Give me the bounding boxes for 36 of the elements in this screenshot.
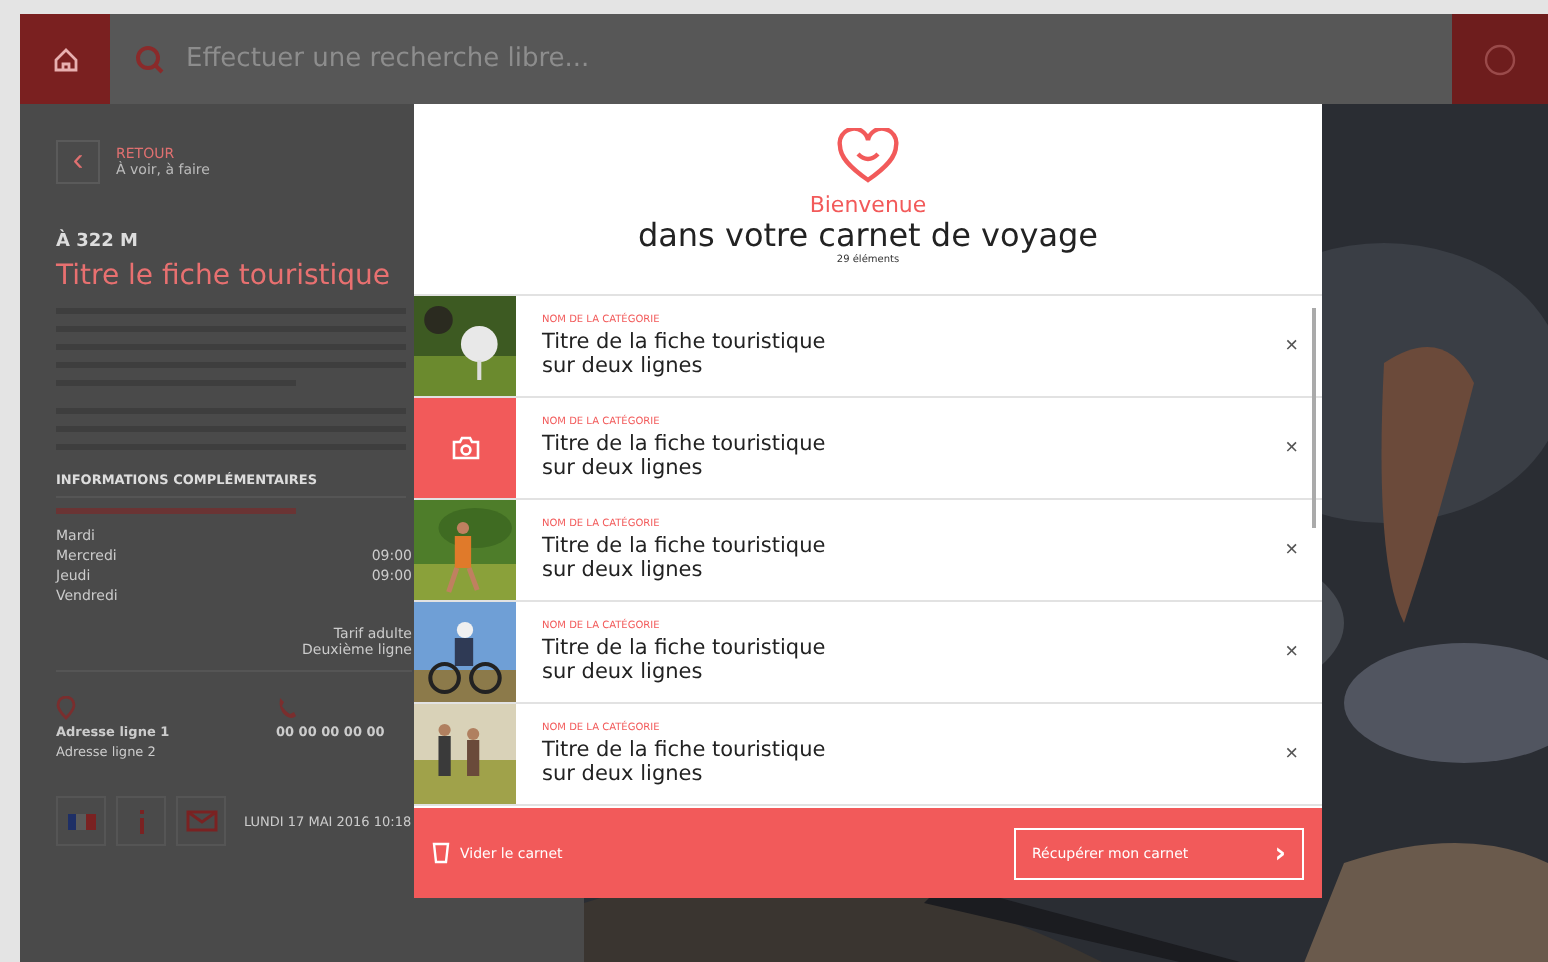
item-subtitle: sur deux lignes bbox=[542, 456, 705, 480]
item-subtitle: sur deux lignes bbox=[542, 558, 705, 582]
camera-icon bbox=[451, 436, 479, 460]
trash-icon bbox=[432, 842, 450, 864]
distance-label: À 322 M bbox=[56, 232, 140, 252]
item-subtitle: sur deux lignes bbox=[542, 354, 705, 378]
home-icon bbox=[51, 45, 79, 73]
remove-button[interactable]: × bbox=[1285, 538, 1298, 562]
locate-button[interactable] bbox=[1452, 14, 1548, 104]
map-pin-icon bbox=[56, 696, 76, 720]
item-title: Titre de la fiche touristique bbox=[542, 534, 828, 558]
remove-button[interactable]: × bbox=[1285, 334, 1298, 358]
info-icon bbox=[137, 809, 145, 833]
scrollbar[interactable] bbox=[1312, 308, 1316, 528]
circle-icon bbox=[1482, 41, 1518, 77]
remove-button[interactable]: × bbox=[1285, 436, 1298, 460]
home-button[interactable] bbox=[20, 14, 110, 104]
item-title: Titre de la fiche touristique bbox=[542, 330, 828, 354]
language-button[interactable] bbox=[56, 796, 106, 846]
dialog-title: dans votre carnet de voyage bbox=[637, 218, 1099, 254]
info-button[interactable] bbox=[116, 796, 166, 846]
search-icon bbox=[134, 43, 166, 75]
remove-button[interactable]: × bbox=[1285, 742, 1298, 766]
envelope-icon bbox=[185, 810, 217, 832]
welcome-label: Bienvenue bbox=[809, 192, 927, 218]
flag-icon bbox=[67, 813, 95, 829]
heart-smile-icon bbox=[836, 128, 900, 184]
item-subtitle: sur deux lignes bbox=[542, 660, 705, 684]
item-title: Titre de la fiche touristique bbox=[542, 738, 828, 762]
mail-button[interactable] bbox=[176, 796, 226, 846]
remove-button[interactable]: × bbox=[1285, 640, 1298, 664]
phone-icon bbox=[276, 696, 296, 720]
place-title: Titre le fiche touristique bbox=[56, 260, 393, 292]
item-title: Titre de la fiche touristique bbox=[542, 636, 828, 660]
item-title: Titre de la fiche touristique bbox=[542, 432, 828, 456]
item-subtitle: sur deux lignes bbox=[542, 762, 705, 786]
